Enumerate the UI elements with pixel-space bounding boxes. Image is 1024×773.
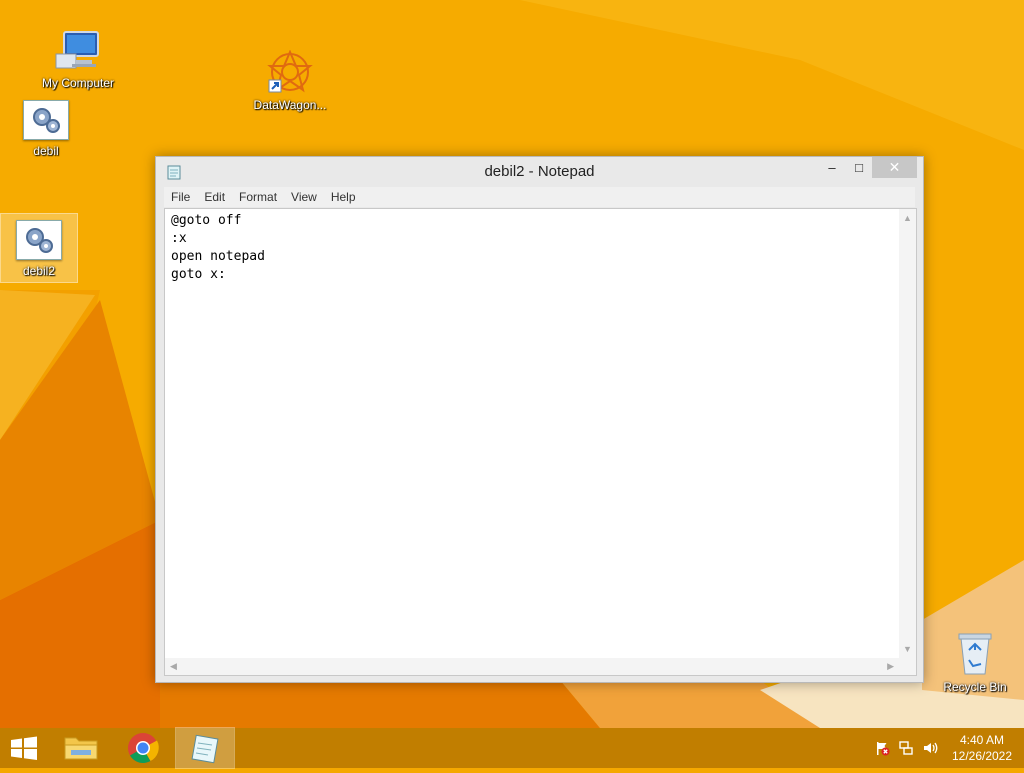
- taskbar-notepad[interactable]: [175, 727, 235, 769]
- batch-file-icon: [23, 100, 69, 140]
- desktop-icon-label: debil: [33, 144, 59, 158]
- computer-icon: [54, 30, 102, 72]
- clock-date: 12/26/2022: [951, 749, 1013, 763]
- vertical-scrollbar[interactable]: ▲ ▼: [899, 209, 916, 658]
- window-title: debil2 - Notepad: [484, 163, 595, 180]
- horizontal-scrollbar[interactable]: ◀ ▶: [165, 658, 899, 675]
- volume-icon[interactable]: [922, 740, 938, 756]
- desktop-icon-debil2[interactable]: debil2: [0, 213, 78, 283]
- notepad-window[interactable]: debil2 - Notepad – □ ✕ File Edit Format Vie…: [155, 156, 924, 683]
- chrome-icon: [128, 733, 159, 764]
- maximize-button[interactable]: □: [846, 157, 872, 178]
- title-bar[interactable]: debil2 - Notepad – □ ✕: [156, 157, 923, 187]
- menu-view[interactable]: View: [284, 187, 324, 204]
- text-editor[interactable]: @goto off :x open notepad goto x: ▲ ▼ ◀ …: [164, 208, 917, 676]
- notepad-icon: [191, 734, 219, 764]
- desktop-icon-debil[interactable]: debil: [8, 100, 84, 158]
- resize-grip-icon[interactable]: [899, 658, 916, 675]
- desktop-icon-datawagon[interactable]: DataWagon...: [252, 49, 328, 112]
- clock-time: 4:40 AM: [959, 733, 1005, 747]
- scroll-up-arrow-icon[interactable]: ▲: [903, 213, 912, 223]
- recycle-bin-icon: [955, 630, 995, 676]
- desktop-icon-label: Recycle Bin: [943, 680, 1007, 694]
- desktop-icon-label: DataWagon...: [253, 98, 327, 112]
- scroll-down-arrow-icon[interactable]: ▼: [903, 644, 912, 654]
- menu-edit[interactable]: Edit: [197, 187, 232, 204]
- menu-help[interactable]: Help: [324, 187, 363, 204]
- desktop-icon-label: debil2: [22, 264, 56, 278]
- taskbar: 4:40 AM 12/26/2022: [0, 727, 1024, 769]
- desktop-icon-recycle-bin[interactable]: Recycle Bin: [937, 630, 1013, 694]
- menu-bar: File Edit Format View Help: [164, 187, 915, 207]
- scroll-left-arrow-icon[interactable]: ◀: [170, 661, 177, 672]
- datawagon-shortcut-icon: [266, 49, 314, 94]
- menu-format[interactable]: Format: [232, 187, 284, 204]
- minimize-button[interactable]: –: [820, 157, 844, 178]
- start-button[interactable]: [0, 728, 58, 768]
- scroll-right-arrow-icon[interactable]: ▶: [887, 661, 894, 672]
- taskbar-chrome[interactable]: [114, 728, 172, 768]
- close-button[interactable]: ✕: [872, 157, 917, 178]
- action-center-flag-icon[interactable]: [874, 740, 890, 756]
- folder-icon: [64, 737, 98, 760]
- windows-logo-icon: [11, 736, 37, 760]
- taskbar-file-explorer[interactable]: [52, 728, 110, 768]
- desktop-icon-my-computer[interactable]: My Computer: [40, 30, 116, 90]
- editor-content[interactable]: @goto off :x open notepad goto x:: [171, 212, 896, 655]
- system-clock[interactable]: 4:40 AM 12/26/2022: [944, 732, 1020, 764]
- desktop-icon-label: My Computer: [41, 76, 115, 90]
- network-icon[interactable]: [898, 740, 914, 756]
- menu-file[interactable]: File: [164, 187, 197, 204]
- batch-file-icon: [16, 220, 62, 260]
